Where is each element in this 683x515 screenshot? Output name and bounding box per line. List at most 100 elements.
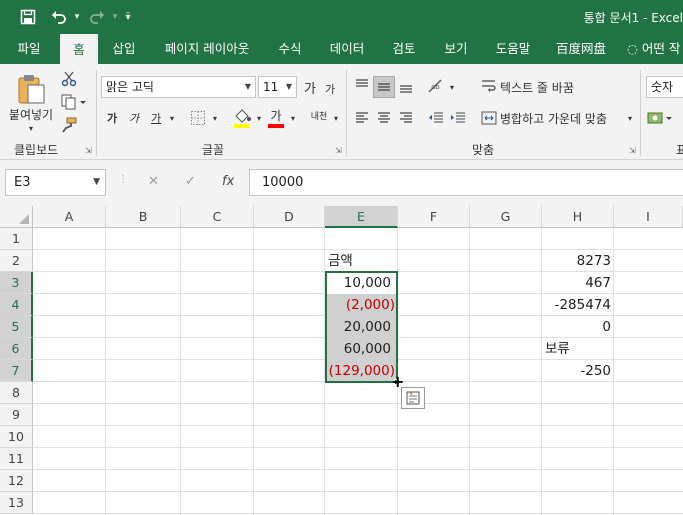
format-painter-icon[interactable] <box>59 116 79 134</box>
row-header-9[interactable]: 9 <box>0 404 33 426</box>
underline-dropdown-icon[interactable]: ▾ <box>166 109 178 127</box>
cell-e2[interactable]: 금액 <box>325 250 398 272</box>
paste-icon[interactable] <box>15 72 47 106</box>
save-icon[interactable] <box>17 6 39 28</box>
orientation-icon[interactable]: ab <box>426 76 446 96</box>
clipboard-launcher-icon[interactable]: ⇲ <box>85 146 92 155</box>
tab-help[interactable]: 도움말 <box>488 34 538 64</box>
select-all-button[interactable] <box>0 206 33 228</box>
align-center-icon[interactable] <box>375 109 393 127</box>
align-left-icon[interactable] <box>353 109 371 127</box>
font-group-label: 글꼴 <box>202 143 225 157</box>
undo-dropdown-icon[interactable]: ▾ <box>66 6 88 28</box>
italic-button[interactable]: 가 <box>125 109 143 127</box>
tab-insert[interactable]: 삽입 <box>104 34 144 64</box>
insert-function-icon[interactable]: fx <box>222 174 234 189</box>
row-header-5[interactable]: 5 <box>0 316 33 338</box>
align-middle-icon[interactable] <box>373 76 395 98</box>
row-header-7[interactable]: 7 <box>0 360 33 382</box>
row-header-13[interactable]: 13 <box>0 492 33 514</box>
decrease-indent-icon[interactable] <box>427 109 445 127</box>
column-header-i[interactable]: I <box>614 206 683 228</box>
column-header-e[interactable]: E <box>325 206 398 228</box>
cell-h4[interactable]: -285474 <box>542 294 614 316</box>
quick-analysis-icon[interactable] <box>401 387 425 409</box>
column-header-d[interactable]: D <box>254 206 325 228</box>
merge-center-button[interactable]: 병합하고 가운데 맞춤 <box>500 109 607 127</box>
paste-button[interactable]: 붙여넣기 <box>5 106 57 122</box>
tab-review[interactable]: 검토 <box>384 34 424 64</box>
row-header-8[interactable]: 8 <box>0 382 33 404</box>
ribbon-tabs: 파일 홈 삽입 페이지 레이아웃 수식 데이터 검토 보기 도움말 百度网盘 ◌… <box>0 34 683 64</box>
bold-button[interactable]: 가 <box>103 109 121 127</box>
font-size-dropdown[interactable]: 11 ▼ <box>258 76 297 98</box>
formula-input[interactable]: 10000 <box>249 169 683 196</box>
tab-home[interactable]: 홈 <box>60 34 98 64</box>
number-format-dropdown[interactable]: 숫자 <box>646 76 683 98</box>
phonetic-dropdown-icon[interactable]: ▾ <box>330 109 342 127</box>
alignment-launcher-icon[interactable]: ⇲ <box>629 146 636 155</box>
tab-baidu-netdisk[interactable]: 百度网盘 <box>550 34 612 64</box>
underline-button[interactable]: 가 <box>147 109 165 127</box>
cell-h2[interactable]: 8273 <box>542 250 614 272</box>
merge-dropdown-icon[interactable]: ▾ <box>624 109 636 127</box>
row-header-4[interactable]: 4 <box>0 294 33 316</box>
font-color-dropdown-icon[interactable]: ▾ <box>287 109 299 127</box>
row-header-11[interactable]: 11 <box>0 448 33 470</box>
cell-h7[interactable]: -250 <box>542 360 614 382</box>
customize-toolbar-icon[interactable]: ▾̄ <box>117 6 139 28</box>
increase-indent-icon[interactable] <box>449 109 467 127</box>
row-header-3[interactable]: 3 <box>0 272 33 294</box>
cancel-icon[interactable]: ✕ <box>148 174 159 189</box>
gridline <box>33 403 683 404</box>
orientation-dropdown-icon[interactable]: ▾ <box>446 78 458 96</box>
copy-icon[interactable] <box>58 93 88 111</box>
phonetic-guide-button[interactable]: 내천 <box>309 106 329 128</box>
enter-icon[interactable]: ✓ <box>185 174 196 189</box>
column-header-a[interactable]: A <box>33 206 106 228</box>
tab-formulas[interactable]: 수식 <box>270 34 310 64</box>
decrease-font-size-button[interactable]: 가 <box>321 80 339 98</box>
wrap-text-icon[interactable] <box>480 76 498 96</box>
cell-h5[interactable]: 0 <box>542 316 614 338</box>
gridline <box>33 513 683 514</box>
column-header-f[interactable]: F <box>398 206 470 228</box>
font-color-button[interactable]: 가 <box>266 106 286 130</box>
fill-color-icon[interactable] <box>231 106 253 130</box>
paste-dropdown-icon[interactable]: ▾ <box>23 122 39 134</box>
worksheet-grid[interactable]: A B C D E F G H I 1 2 3 4 5 6 7 8 9 10 1… <box>0 206 683 515</box>
font-launcher-icon[interactable]: ⇲ <box>335 146 342 155</box>
align-right-icon[interactable] <box>397 109 415 127</box>
selection-border <box>325 271 398 383</box>
align-top-icon[interactable] <box>353 76 371 94</box>
row-header-6[interactable]: 6 <box>0 338 33 360</box>
row-header-10[interactable]: 10 <box>0 426 33 448</box>
row-header-12[interactable]: 12 <box>0 470 33 492</box>
fill-color-dropdown-icon[interactable]: ▾ <box>253 109 265 127</box>
tab-tell-me[interactable]: ◌ 어떤 작 <box>627 34 683 64</box>
tab-data[interactable]: 데이터 <box>322 34 372 64</box>
name-box[interactable]: E3 ▼ <box>5 169 106 196</box>
font-name-dropdown[interactable]: 맑은 고딕 ▼ <box>101 76 256 98</box>
align-bottom-icon[interactable] <box>397 78 415 96</box>
column-header-h[interactable]: H <box>542 206 614 228</box>
column-header-g[interactable]: G <box>470 206 542 228</box>
accounting-format-icon[interactable] <box>646 108 676 128</box>
row-header-2[interactable]: 2 <box>0 250 33 272</box>
column-header-c[interactable]: C <box>181 206 254 228</box>
tab-view[interactable]: 보기 <box>436 34 476 64</box>
tab-file[interactable]: 파일 <box>8 34 50 64</box>
cell-h3[interactable]: 467 <box>542 272 614 294</box>
cell-h6[interactable]: 보류 <box>542 338 614 360</box>
lightbulb-icon: ◌ <box>627 41 638 56</box>
column-header-b[interactable]: B <box>106 206 181 228</box>
wrap-text-button[interactable]: 텍스트 줄 바꿈 <box>500 78 574 96</box>
borders-icon[interactable] <box>188 108 208 128</box>
tab-page-layout[interactable]: 페이지 레이아웃 <box>156 34 258 64</box>
row-header-1[interactable]: 1 <box>0 228 33 250</box>
gridline <box>33 425 683 426</box>
borders-dropdown-icon[interactable]: ▾ <box>209 109 221 127</box>
cut-icon[interactable] <box>59 70 79 88</box>
increase-font-size-button[interactable]: 가 <box>301 78 319 97</box>
merge-center-icon[interactable] <box>480 109 498 127</box>
